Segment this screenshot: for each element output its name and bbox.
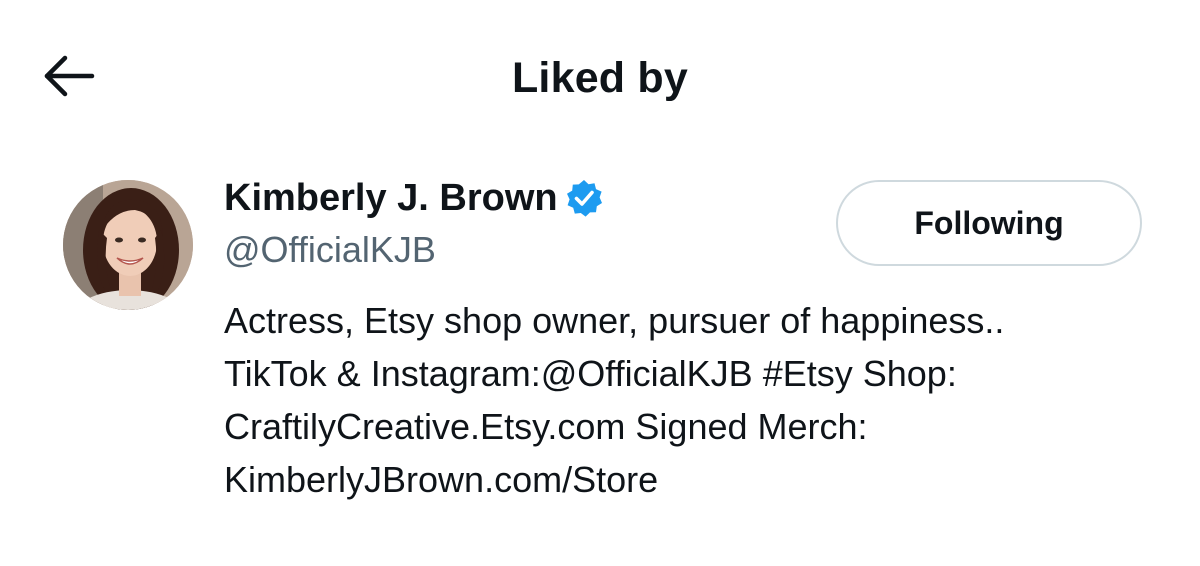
- user-bio: Actress, Etsy shop owner, pursuer of hap…: [224, 294, 1164, 506]
- verified-badge-icon: [564, 178, 604, 218]
- following-button[interactable]: Following: [836, 180, 1142, 266]
- page-title: Liked by: [511, 54, 689, 102]
- user-cell[interactable]: Kimberly J. Brown @OfficialKJB Actress, …: [0, 170, 1200, 530]
- bio-line: KimberlyJBrown.com/Store: [224, 459, 659, 500]
- bio-line: CraftilyCreative.Etsy.com Signed Merch:: [224, 406, 868, 447]
- bio-line: TikTok & Instagram:@OfficialKJB #Etsy Sh…: [224, 353, 957, 394]
- bio-line: Actress, Etsy shop owner, pursuer of hap…: [224, 300, 1005, 341]
- display-name[interactable]: Kimberly J. Brown: [224, 170, 558, 226]
- profile-photo: [63, 180, 193, 310]
- header-bar: Liked by: [0, 0, 1200, 160]
- avatar[interactable]: [63, 180, 193, 310]
